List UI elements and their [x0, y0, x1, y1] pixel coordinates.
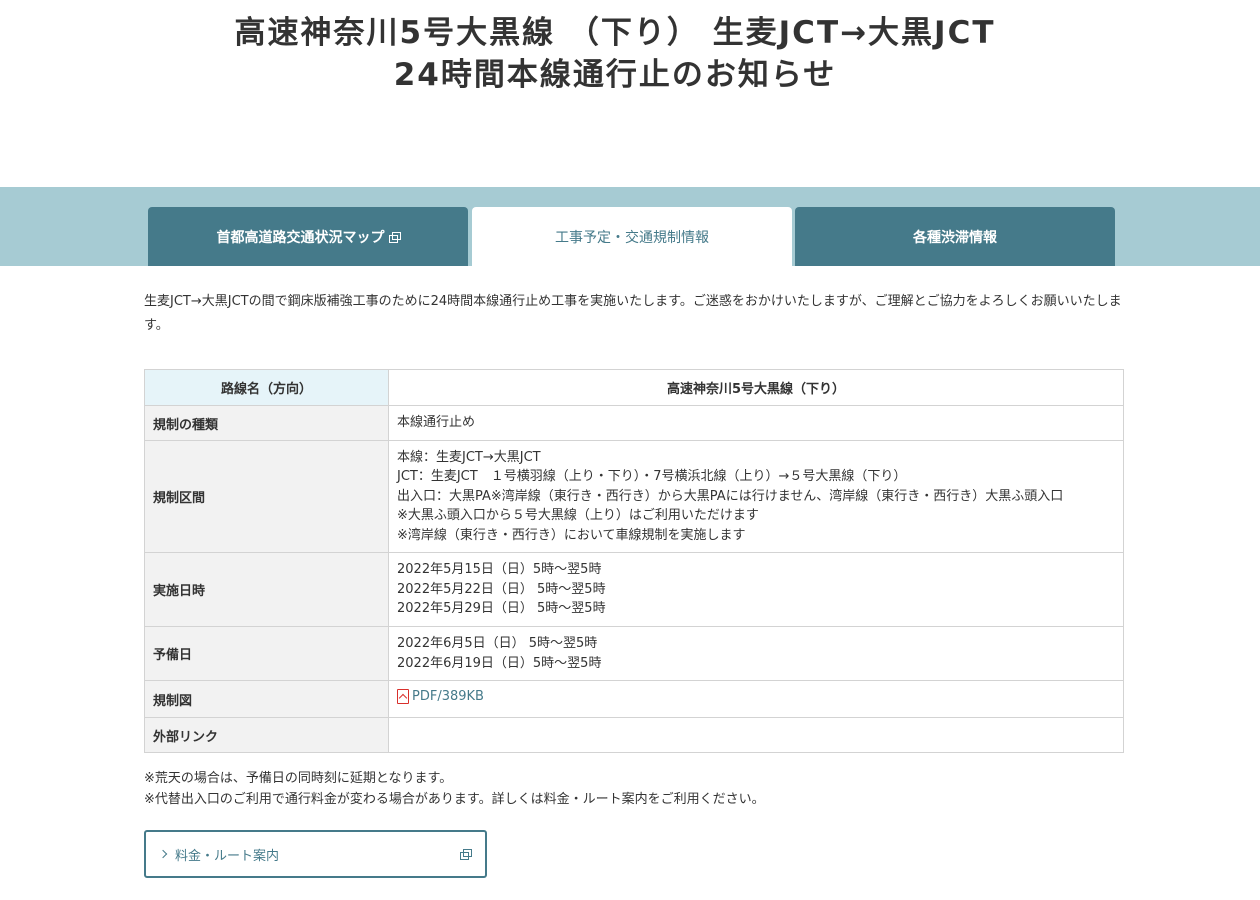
- value-line: 2022年6月5日（日） 5時～翌5時: [397, 636, 598, 651]
- value-line: ※湾岸線（東行き・西行き）において車線規制を実施します: [397, 527, 746, 543]
- fare-route-guide-label: 料金・ルート案内: [175, 848, 280, 864]
- tab-traffic-map-label: 首都高道路交通状況マップ: [216, 229, 385, 246]
- row-value-map: PDF/389KB: [388, 680, 1124, 718]
- value-line: 2022年5月29日（日） 5時～翌5時: [397, 601, 606, 617]
- value-line: 2022年6月19日（日）5時～翌5時: [397, 655, 602, 671]
- regulation-table: 路線名（方向） 高速神奈川5号大黒線（下り） 規制の種類 本線通行止め 規制区間…: [144, 369, 1124, 753]
- chevron-right-icon: [158, 849, 168, 859]
- row-value-dates: 2022年5月15日（日）5時～翌5時 2022年5月22日（日） 5時～翌5時…: [388, 552, 1124, 627]
- pdf-icon: [397, 689, 409, 705]
- note-line: ※荒天の場合は、予備日の同時刻に延期となります。: [144, 771, 453, 786]
- value-line: 本線通行止め: [397, 415, 476, 431]
- pdf-link-label: PDF/389KB: [412, 689, 484, 705]
- page-title-line-1: 高速神奈川5号大黒線 （下り） 生麦JCT→大黒JCT: [234, 15, 996, 51]
- value-line: 2022年5月22日（日） 5時～翌5時: [397, 581, 606, 597]
- page-title-line-2: 24時間本線通行止のお知らせ: [393, 57, 837, 93]
- tab-traffic-map[interactable]: 首都高道路交通状況マップ: [148, 207, 468, 266]
- value-line: 2022年5月15日（日）5時～翌5時: [397, 562, 602, 578]
- route-name-value: 高速神奈川5号大黒線（下り）: [388, 369, 1124, 406]
- value-line: 本線：生麦JCT→大黒JCT: [397, 449, 541, 465]
- table-header-row: 路線名（方向） 高速神奈川5号大黒線（下り）: [144, 369, 1124, 406]
- row-label-map: 規制図: [144, 680, 389, 718]
- external-window-icon: [388, 231, 401, 243]
- route-name-label: 路線名（方向）: [144, 369, 389, 406]
- tab-construction-info-label: 工事予定・交通規制情報: [555, 229, 709, 246]
- table-row: 規制図 PDF/389KB: [144, 680, 1124, 718]
- value-line: JCT：生麦JCT １号横羽線（上り・下り）・7号横浜北線（上り）→５号大黒線（…: [397, 469, 907, 485]
- table-row: 外部リンク: [144, 717, 1124, 753]
- row-label-type: 規制の種類: [144, 405, 389, 441]
- table-row: 予備日 2022年6月5日（日） 5時～翌5時 2022年6月19日（日）5時～…: [144, 626, 1124, 681]
- table-row: 実施日時 2022年5月15日（日）5時～翌5時 2022年5月22日（日） 5…: [144, 552, 1124, 627]
- tab-congestion-info-label: 各種渋滞情報: [913, 229, 997, 246]
- row-label-external-link: 外部リンク: [144, 717, 389, 753]
- tab-congestion-info[interactable]: 各種渋滞情報: [795, 207, 1115, 266]
- row-label-dates: 実施日時: [144, 552, 389, 627]
- fare-route-guide-button[interactable]: 料金・ルート案内: [144, 830, 487, 878]
- pdf-link[interactable]: PDF/389KB: [397, 687, 484, 707]
- intro-text: 生麦JCT→大黒JCTの間で鋼床版補強工事のために24時間本線通行止め工事を実施…: [144, 294, 1122, 333]
- row-value-reserve: 2022年6月5日（日） 5時～翌5時 2022年6月19日（日）5時～翌5時: [388, 626, 1124, 681]
- row-value-type: 本線通行止め: [388, 405, 1124, 441]
- table-row: 規制の種類 本線通行止め: [144, 405, 1124, 441]
- external-window-icon: [460, 849, 472, 860]
- row-label-reserve: 予備日: [144, 626, 389, 681]
- tab-construction-info[interactable]: 工事予定・交通規制情報: [472, 207, 792, 266]
- row-value-external-link: [388, 717, 1124, 753]
- value-line: ※大黒ふ頭入口から５号大黒線（上り）はご利用いただけます: [397, 508, 759, 524]
- row-label-section: 規制区間: [144, 440, 389, 553]
- value-line: 出入口：大黒PA※湾岸線（東行き・西行き）から大黒PAには行けません、湾岸線（東…: [397, 488, 1064, 504]
- row-value-section: 本線：生麦JCT→大黒JCT JCT：生麦JCT １号横羽線（上り・下り）・7号…: [388, 440, 1124, 553]
- notes: ※荒天の場合は、予備日の同時刻に延期となります。 ※代替出入口のご利用で通行料金…: [144, 768, 1124, 810]
- note-line: ※代替出入口のご利用で通行料金が変わる場合があります。詳しくは料金・ルート案内を…: [144, 792, 765, 807]
- table-row: 規制区間 本線：生麦JCT→大黒JCT JCT：生麦JCT １号横羽線（上り・下…: [144, 440, 1124, 553]
- page-title: 高速神奈川5号大黒線 （下り） 生麦JCT→大黒JCT 24時間本線通行止のお知…: [0, 12, 1230, 96]
